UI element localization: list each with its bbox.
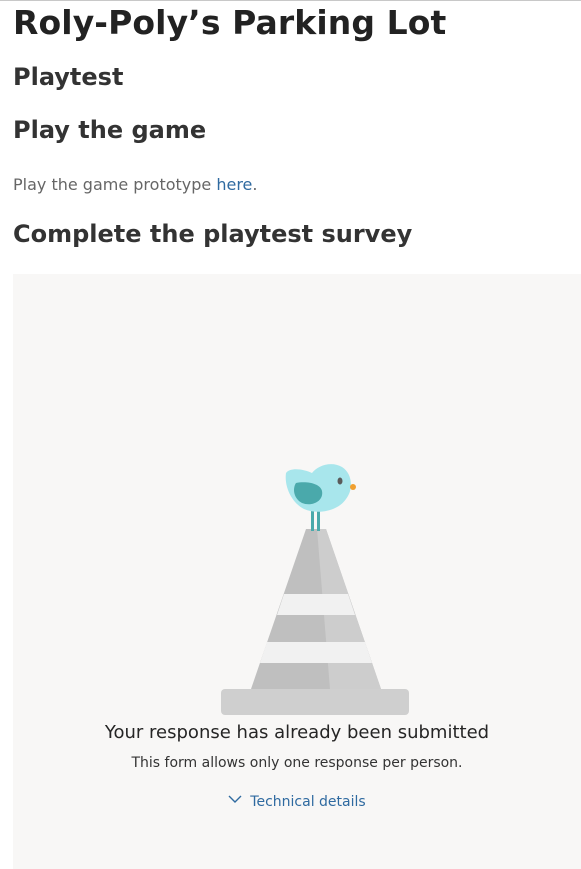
survey-form-embed: Your response has already been submitted…: [13, 274, 581, 869]
prototype-here-link[interactable]: here: [216, 175, 252, 194]
bird-on-cone-illustration: [221, 464, 409, 715]
technical-details-toggle[interactable]: Technical details: [13, 794, 581, 810]
page-title: Roly-Poly’s Parking Lot: [13, 3, 447, 42]
already-submitted-title: Your response has already been submitted: [104, 722, 490, 743]
technical-details-label: Technical details: [250, 794, 366, 810]
section-heading-play-the-game: Play the game: [13, 116, 207, 144]
prototype-paragraph: Play the game prototype here.: [13, 175, 258, 194]
one-response-message: This form allows only one response per p…: [131, 755, 463, 771]
prototype-text: Play the game prototype: [13, 175, 217, 194]
section-heading-survey: Complete the playtest survey: [13, 220, 413, 248]
section-heading-playtest: Playtest: [13, 63, 124, 91]
prototype-suffix: .: [252, 175, 258, 194]
top-border: [0, 0, 581, 1]
chevron-down-icon: [228, 792, 242, 808]
